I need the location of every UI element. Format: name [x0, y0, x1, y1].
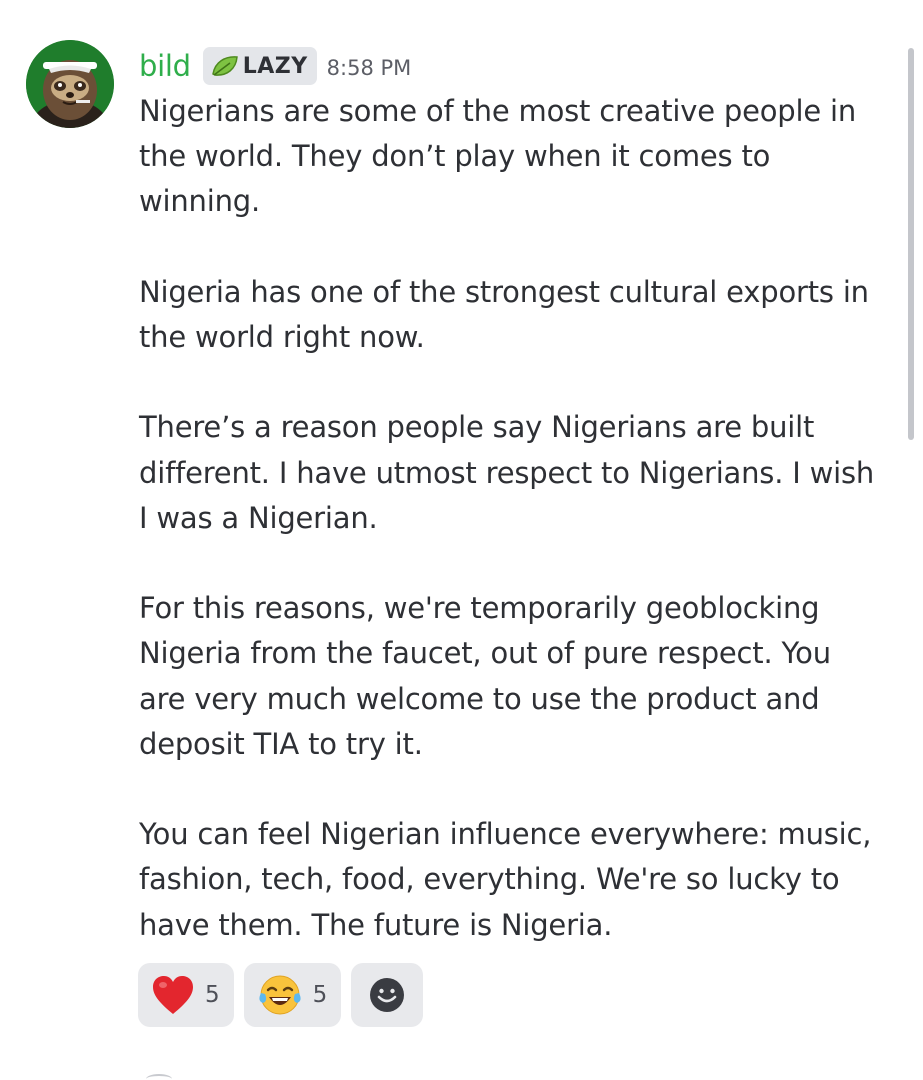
message-body: Nigerians are some of the most creative … — [139, 89, 884, 948]
next-message-avatar-edge — [146, 1074, 172, 1080]
message-paragraph: Nigerians are some of the most creative … — [139, 94, 857, 219]
message-paragraph: For this reasons, we're temporarily geob… — [139, 591, 831, 761]
message-paragraph: There’s a reason people say Nigerians ar… — [139, 410, 875, 535]
reactions-bar: 5 5 — [138, 963, 424, 1027]
author-name[interactable]: bild — [139, 49, 191, 83]
red-heart-icon — [153, 976, 193, 1014]
reaction-tears-of-joy[interactable]: 5 — [243, 963, 342, 1027]
tears-of-joy-emoji-icon — [259, 975, 301, 1015]
message-paragraph: You can feel Nigerian influence everywhe… — [139, 817, 872, 942]
message-timestamp: 8:58 PM — [326, 56, 412, 80]
chat-view: bild LAZY 8:58 PM Nigerians are some of … — [0, 0, 923, 1080]
message-header: bild LAZY 8:58 PM — [139, 44, 411, 88]
reaction-count: 5 — [312, 982, 328, 1008]
scrollbar[interactable] — [908, 48, 914, 440]
message-paragraph: Nigeria has one of the strongest cultura… — [139, 274, 869, 354]
reaction-count: 5 — [205, 982, 220, 1008]
role-tag-label: LAZY — [242, 53, 308, 79]
role-tag[interactable]: LAZY — [202, 47, 317, 85]
sloth-avatar-icon — [26, 40, 114, 128]
reaction-heart[interactable]: 5 — [138, 963, 234, 1027]
add-reaction-button[interactable] — [351, 963, 424, 1027]
leaf-icon — [211, 56, 238, 76]
user-avatar[interactable] — [26, 40, 114, 128]
add-reaction-smiley-icon — [370, 978, 405, 1012]
